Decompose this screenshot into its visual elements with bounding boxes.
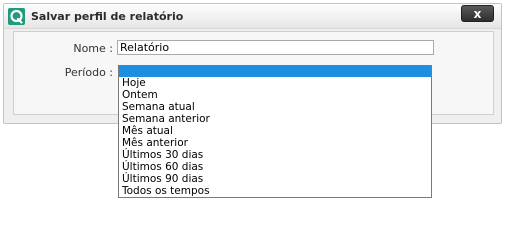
period-dropdown[interactable]: Hoje Ontem Semana atual Semana anterior … xyxy=(118,65,432,198)
period-option-todos-os-tempos[interactable]: Todos os tempos xyxy=(119,185,431,197)
period-selected-option[interactable] xyxy=(119,66,431,77)
period-option-ontem[interactable]: Ontem xyxy=(119,89,431,101)
period-option-semana-anterior[interactable]: Semana anterior xyxy=(119,113,431,125)
name-label: Nome : xyxy=(73,42,113,55)
period-option-hoje[interactable]: Hoje xyxy=(119,77,431,89)
period-label: Período : xyxy=(64,66,113,79)
close-icon: x xyxy=(473,7,482,21)
period-option-semana-atual[interactable]: Semana atual xyxy=(119,101,431,113)
dialog-title: Salvar perfil de relatório xyxy=(31,10,184,23)
close-button[interactable]: x xyxy=(461,5,494,22)
period-option-ultimos-30-dias[interactable]: Últimos 30 dias xyxy=(119,149,431,161)
dialog-titlebar: Salvar perfil de relatório x xyxy=(4,4,501,29)
period-option-ultimos-60-dias[interactable]: Últimos 60 dias xyxy=(119,161,431,173)
period-options-list: Hoje Ontem Semana atual Semana anterior … xyxy=(119,77,431,197)
app-logo-icon xyxy=(8,8,25,25)
name-input[interactable] xyxy=(117,40,434,55)
period-option-ultimos-90-dias[interactable]: Últimos 90 dias xyxy=(119,173,431,185)
period-option-mes-anterior[interactable]: Mês anterior xyxy=(119,137,431,149)
period-option-mes-atual[interactable]: Mês atual xyxy=(119,125,431,137)
